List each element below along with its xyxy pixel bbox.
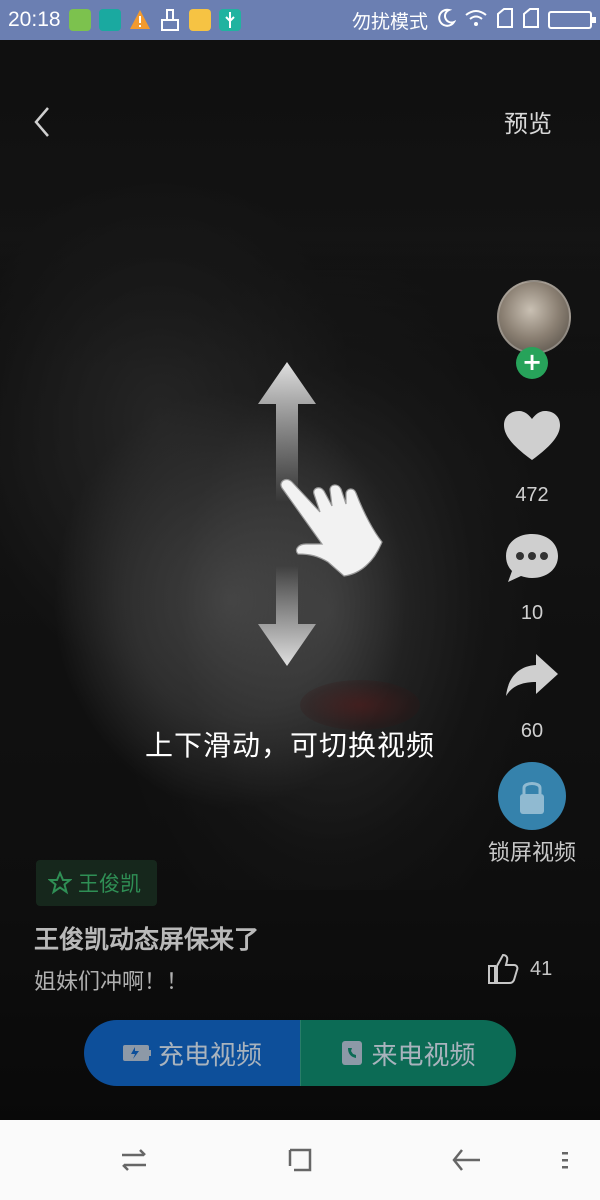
phone-icon [342,1041,363,1065]
charge-video-button[interactable]: 充电视频 [84,1020,300,1086]
follow-button[interactable]: + [516,347,548,379]
like-button[interactable] [500,408,564,464]
creator-tag-label: 王俊凯 [78,872,141,896]
avatar[interactable] [497,280,571,354]
folder-app-icon [188,9,211,31]
comment-icon [506,534,558,582]
like-count: 472 [515,484,549,506]
preview-button[interactable]: 预览 [504,104,552,139]
chevron-left-icon [34,107,49,137]
navigation-bar [0,1120,600,1200]
status-time: 20:18 [8,8,61,31]
back-arrow-icon[interactable] [448,1140,488,1180]
dnd-label: 勿扰模式 [351,10,428,33]
wifi-icon [464,8,488,33]
video-title: 王俊凯动态屏保来了 [34,925,260,954]
lock-icon [520,782,544,814]
heart-icon [504,411,560,460]
creator-tag[interactable]: 王俊凯 [36,860,157,906]
signal-icon-2 [522,7,540,33]
share-icon [506,654,558,696]
charge-video-label: 充电视频 [157,1040,262,1071]
call-video-button[interactable]: 来电视频 [300,1020,516,1086]
lock-screen-video-button[interactable] [498,762,566,830]
comment-count: 10 [520,602,544,624]
square-icon[interactable] [280,1140,320,1180]
star-icon [48,871,72,895]
share-button[interactable] [500,648,564,704]
lock-screen-video-label: 锁屏视频 [487,841,576,866]
video-action-bar: 充电视频 来电视频 [84,1020,516,1086]
call-video-label: 来电视频 [371,1040,476,1071]
cleaner-app-icon [159,9,181,31]
signal-icon-1 [496,7,514,33]
back-button[interactable] [24,100,64,144]
moon-icon [436,8,457,33]
battery-charge-icon [122,1045,151,1061]
usb-app-icon [218,9,241,31]
thumbs-up-count: 41 [530,958,553,980]
comment-button[interactable] [500,530,564,586]
thumbs-up-icon[interactable] [485,952,519,986]
menu-icon[interactable] [548,1140,588,1180]
switch-icon[interactable] [114,1140,154,1180]
hand-pointer-icon [280,478,383,577]
status-right: 勿扰模式 [351,7,596,34]
warning-app-icon [129,9,151,31]
status-bar: 20:18 勿扰模式 [0,0,600,40]
battery-icon [548,11,596,29]
video-subtitle: 姐妹们冲啊！！ [34,970,189,995]
swipe-hint-text: 上下滑动，可切换视频 [144,729,435,762]
sync-app-icon [98,9,121,31]
android-app-icon [68,9,91,31]
